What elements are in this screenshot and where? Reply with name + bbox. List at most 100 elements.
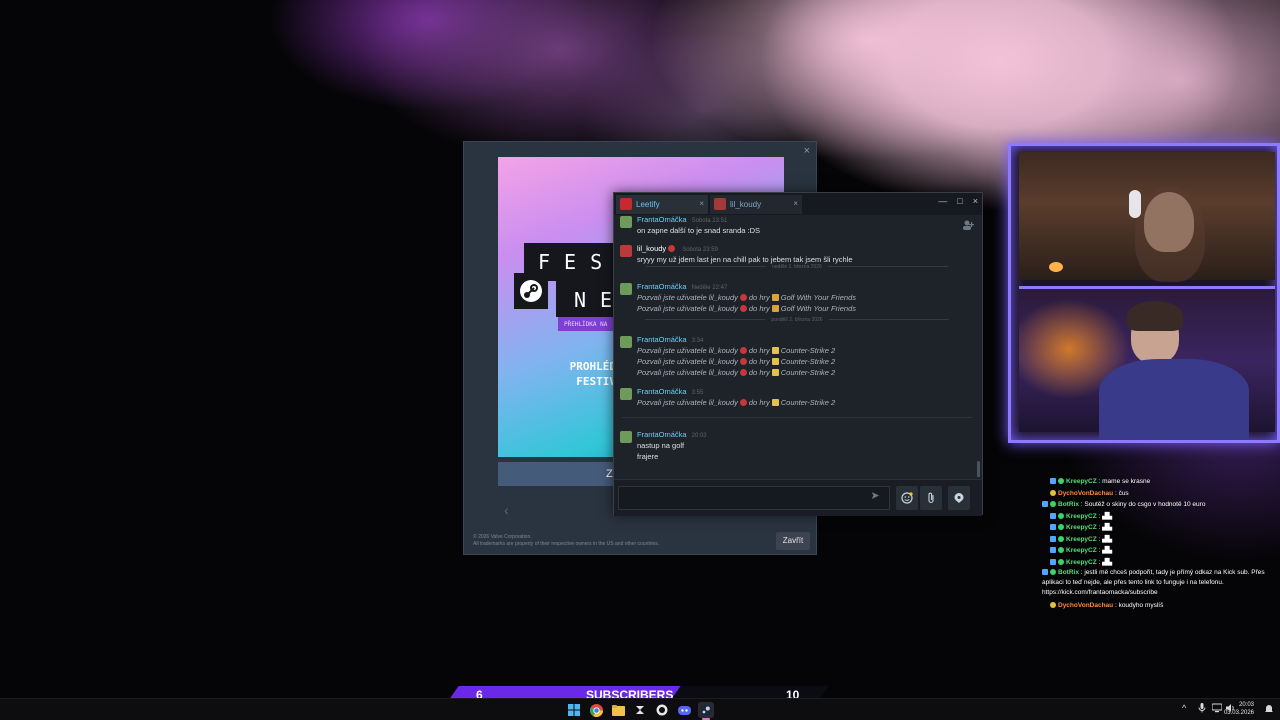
stream-chat-line: KreepyCZ : ▟▙: [1042, 545, 1278, 557]
chat-text: : čus: [1114, 489, 1129, 497]
invite-line: Pozvali jste uživatele lil_koudy do hry Co…: [637, 346, 836, 355]
chat-username: BotRix: [1058, 569, 1079, 576]
emote-icon: ▟▙: [1102, 524, 1113, 531]
windows-start-icon[interactable]: [566, 702, 582, 718]
avatar: [620, 431, 632, 443]
chat-tab-bar: Leetify × lil_koudy × — □ ×: [614, 193, 982, 215]
close-icon[interactable]: ×: [699, 199, 704, 208]
chat-text: :: [1098, 547, 1101, 554]
sender-name[interactable]: lil_koudy Sobota 23:59: [637, 244, 718, 253]
chevron-up-icon[interactable]: ^: [1182, 703, 1186, 713]
chat-text: : Soutěž o skiny do csgo v hodnotě 10 eu…: [1080, 501, 1206, 508]
webcam-bottom: [1019, 286, 1275, 439]
message-text: on zapne další to je snad sranda :DS: [637, 226, 760, 235]
close-icon[interactable]: ×: [804, 145, 810, 157]
app-icon[interactable]: [632, 702, 648, 718]
timestamp: 3:55: [691, 390, 704, 396]
taskbar: ^ 20:03 03.03.2026: [0, 698, 1280, 720]
twitch-badge-icon: [1050, 535, 1056, 542]
streamer-hair: [1127, 301, 1183, 331]
notification-bell-icon[interactable]: [1264, 704, 1274, 714]
chat-username: KreepyCZ: [1066, 478, 1097, 485]
sender-name[interactable]: FrantaOmáčka Sobota 23:51: [637, 215, 727, 224]
sub-badge-icon: [1058, 535, 1064, 542]
chat-username: KreepyCZ: [1066, 558, 1097, 566]
twitch-badge-icon: [1050, 558, 1056, 565]
avatar: [620, 336, 632, 348]
timestamp: Sobota 23:51: [691, 218, 728, 224]
timestamp: Sobota 23:59: [682, 247, 718, 253]
chrome-icon[interactable]: [588, 702, 604, 718]
sender-name[interactable]: FrantaOmáčka 3:55: [637, 387, 703, 396]
chat-username: KreepyCZ: [1066, 512, 1097, 520]
microphone-icon[interactable]: [1198, 703, 1206, 715]
trademark-line: All trademarks are property of their res…: [473, 541, 660, 547]
system-clock[interactable]: 20:03 03.03.2026: [1224, 701, 1254, 717]
emote-icon: ▟▙: [1102, 535, 1113, 543]
chat-history: FrantaOmáčka Sobota 23:51 on zapne další …: [614, 215, 982, 477]
send-icon[interactable]: ➤: [865, 489, 885, 507]
sub-badge-icon: [1058, 558, 1064, 565]
chat-username: KreepyCZ: [1066, 547, 1097, 554]
paperclip-icon: [928, 492, 934, 504]
file-explorer-icon[interactable]: [610, 702, 626, 718]
github-icon[interactable]: [654, 702, 670, 718]
invite-line: Pozvali jste uživatele lil_koudy do hry Co…: [637, 368, 836, 377]
chat-username: KreepyCZ: [1066, 524, 1097, 531]
cs2-game-icon: [771, 358, 779, 365]
emoticon-button[interactable]: [896, 486, 918, 510]
close-icon[interactable]: ×: [973, 196, 978, 206]
network-icon[interactable]: [1211, 703, 1223, 715]
sub-badge-icon: [1050, 569, 1056, 575]
date-divider: pondělí 2. března 2026: [622, 317, 972, 323]
cs2-game-icon: [771, 347, 779, 354]
invite-line: Pozvali jste uživatele lil_koudy do hry Go…: [637, 304, 856, 313]
voice-button[interactable]: [948, 486, 970, 510]
sender-name[interactable]: FrantaOmáčka Neděle 22:47: [637, 282, 727, 291]
stream-chat-line: KreepyCZ : mame se krasne: [1042, 476, 1278, 488]
chat-input-area: ➤: [614, 479, 982, 516]
chevron-left-icon[interactable]: ‹: [504, 502, 509, 518]
close-button[interactable]: Zavřít: [776, 532, 810, 550]
chat-text: : koudyho myslíš: [1114, 602, 1164, 609]
chat-username: DychoVonDachau: [1058, 602, 1114, 609]
stream-chat-line: KreepyCZ : ▟▙: [1042, 557, 1278, 569]
close-icon[interactable]: ×: [793, 199, 798, 208]
stream-chat-line: KreepyCZ : ▟▙: [1042, 534, 1278, 546]
steam-taskbar-icon[interactable]: [698, 702, 714, 718]
twitch-badge-icon: [1050, 512, 1056, 519]
chat-username: DychoVonDachau: [1058, 489, 1114, 497]
stream-chat-line: BotRix : jestli mě chceš podpořit, tady …: [1042, 568, 1278, 598]
emote-icon: ▟▙: [1102, 547, 1113, 554]
sub-badge-icon: [1058, 478, 1064, 484]
stream-chat-overlay: KreepyCZ : mame se krasne DychoVonDachau…: [1042, 476, 1278, 612]
maximize-icon[interactable]: □: [957, 196, 962, 206]
invite-line: Pozvali jste uživatele lil_koudy do hry Go…: [637, 293, 856, 302]
chat-tab-lil-koudy[interactable]: lil_koudy ×: [710, 195, 802, 214]
emoji-icon: [901, 492, 913, 504]
sub-badge-icon: [1058, 547, 1064, 553]
twitch-badge-icon: [1042, 569, 1048, 575]
attach-button[interactable]: [920, 486, 942, 510]
minimize-icon[interactable]: —: [938, 196, 947, 206]
avatar: [620, 388, 632, 400]
copyright-footer: © 2026 Valve Corporation. All trademarks…: [473, 534, 659, 548]
message-text: sryyy my už jdem last jen na chill pak t…: [637, 255, 853, 264]
stream-chat-line: KreepyCZ : ▟▙: [1042, 511, 1278, 523]
status-icon: [739, 347, 747, 354]
twitch-badge-icon: [1042, 501, 1048, 507]
twitch-badge-icon: [1050, 547, 1056, 553]
invite-line: Pozvali jste uživatele lil_koudy do hry Co…: [637, 357, 836, 366]
copyright-line: © 2026 Valve Corporation.: [473, 534, 532, 540]
message-input[interactable]: [618, 486, 890, 510]
scrollbar[interactable]: [977, 461, 980, 477]
add-friend-icon[interactable]: [962, 219, 974, 231]
discord-icon[interactable]: [676, 702, 692, 718]
tab-label: Leetify: [636, 200, 660, 209]
status-icon: [739, 399, 747, 406]
sender-name[interactable]: FrantaOmáčka 20:03: [637, 430, 707, 439]
cs2-game-icon: [771, 399, 779, 406]
chat-tab-leetify[interactable]: Leetify ×: [616, 195, 708, 214]
sender-name[interactable]: FrantaOmáčka 3:34: [637, 335, 703, 344]
avatar: [714, 198, 726, 210]
